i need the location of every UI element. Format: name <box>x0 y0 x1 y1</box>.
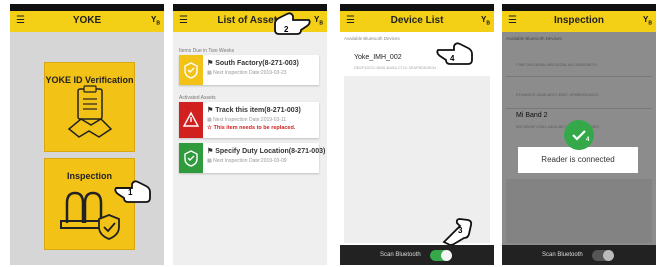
step-number: 4 <box>586 137 590 143</box>
pointing-hand-icon <box>436 42 473 65</box>
toggle-knob <box>603 250 614 261</box>
connected-dialog: Reader is connected <box>518 147 638 173</box>
clipboard-handshake-icon <box>67 85 113 138</box>
pointing-hand-icon <box>274 12 311 35</box>
step-number: 2 <box>284 25 289 34</box>
asset-item[interactable]: ⚑ South Factory(8-271-003) ▦ Next Inspec… <box>179 55 319 85</box>
status-square <box>179 55 203 85</box>
status-square <box>179 143 203 173</box>
asset-name: ⚑ Track this item(8-271-003) <box>207 107 301 114</box>
phone-screen-device-list: ☰ Device List YB Available Bluetooth Dev… <box>340 4 494 265</box>
dialog-message: Reader is connected <box>541 155 615 164</box>
scan-bar: Scan Bluetooth <box>502 245 656 265</box>
status-bar <box>10 4 164 11</box>
asset-next-date: ▦ Next Inspection Date:2019-03-11 <box>207 117 287 123</box>
status-bar <box>502 4 656 11</box>
app-title: YOKE <box>72 15 102 26</box>
asset-item[interactable]: ⚑ Track this item(8-271-003) ▦ Next Insp… <box>179 102 319 138</box>
app-bar: ☰ Device List YB <box>340 11 494 32</box>
verification-label: YOKE ID Verification <box>45 75 134 85</box>
asset-item[interactable]: ⚑ Specify Duty Location(8-271-003) ▦ Nex… <box>179 143 325 173</box>
bluetooth-logo-icon[interactable]: YB <box>314 15 323 27</box>
scan-bar: Scan Bluetooth <box>340 245 494 265</box>
shield-check-icon <box>184 150 198 167</box>
section-activated-label: Activated Assets <box>179 95 216 101</box>
pointing-hand-icon <box>442 218 473 246</box>
status-square <box>179 102 203 138</box>
list-header: Available Bluetooth Devices <box>344 36 400 41</box>
device-id: DB2F4DCD-8636-BA5A-0710-3EAFBDB0B34 <box>354 65 437 70</box>
status-bar <box>340 4 494 11</box>
bluetooth-logo-icon[interactable]: YB <box>151 15 160 27</box>
asset-next-date: ▦ Next Inspection Date:2019-03-23 <box>207 70 287 76</box>
app-title: Inspection <box>553 15 604 26</box>
device-name: Yoke_IMH_002 <box>354 54 402 61</box>
toggle-knob <box>441 250 452 261</box>
bluetooth-logo-icon[interactable]: YB <box>481 15 490 27</box>
scan-toggle[interactable] <box>592 250 614 261</box>
asset-warning: ☆ This item needs to be replaced. <box>207 125 296 131</box>
phone-screen-assets: ☰ List of Assets YB 2 Items Due in Two W… <box>173 4 327 265</box>
asset-name: ⚑ Specify Duty Location(8-271-003) <box>207 148 326 155</box>
phone-screen-home: ☰ YOKE YB YOKE ID Verification Inspectio… <box>10 4 164 265</box>
warning-icon <box>182 111 200 127</box>
scan-label: Scan Bluetooth <box>380 252 421 258</box>
section-due-label: Items Due in Two Weeks <box>179 48 235 54</box>
app-bar: ☰ Inspection YB <box>502 11 656 32</box>
scan-label: Scan Bluetooth <box>542 252 583 258</box>
shield-check-icon <box>184 62 198 79</box>
yoke-id-verification-button[interactable]: YOKE ID Verification <box>44 62 135 152</box>
inspection-button[interactable]: Inspection <box>44 158 135 250</box>
check-icon <box>564 120 594 150</box>
step-number: 4 <box>450 54 455 63</box>
asset-next-date: ▦ Next Inspection Date:2019-03-09 <box>207 158 287 164</box>
app-title: Device List <box>390 15 444 26</box>
pointing-hand-icon <box>114 180 151 203</box>
scan-toggle[interactable] <box>430 250 452 261</box>
asset-name: ⚑ South Factory(8-271-003) <box>207 60 299 67</box>
app-bar: ☰ YOKE YB <box>10 11 164 32</box>
bluetooth-logo-icon[interactable]: YB <box>643 15 652 27</box>
phone-screen-inspection: ☰ Inspection YB Available Bluetooth Devi… <box>502 4 656 265</box>
step-number: 3 <box>458 226 463 235</box>
step-number: 1 <box>128 188 133 197</box>
